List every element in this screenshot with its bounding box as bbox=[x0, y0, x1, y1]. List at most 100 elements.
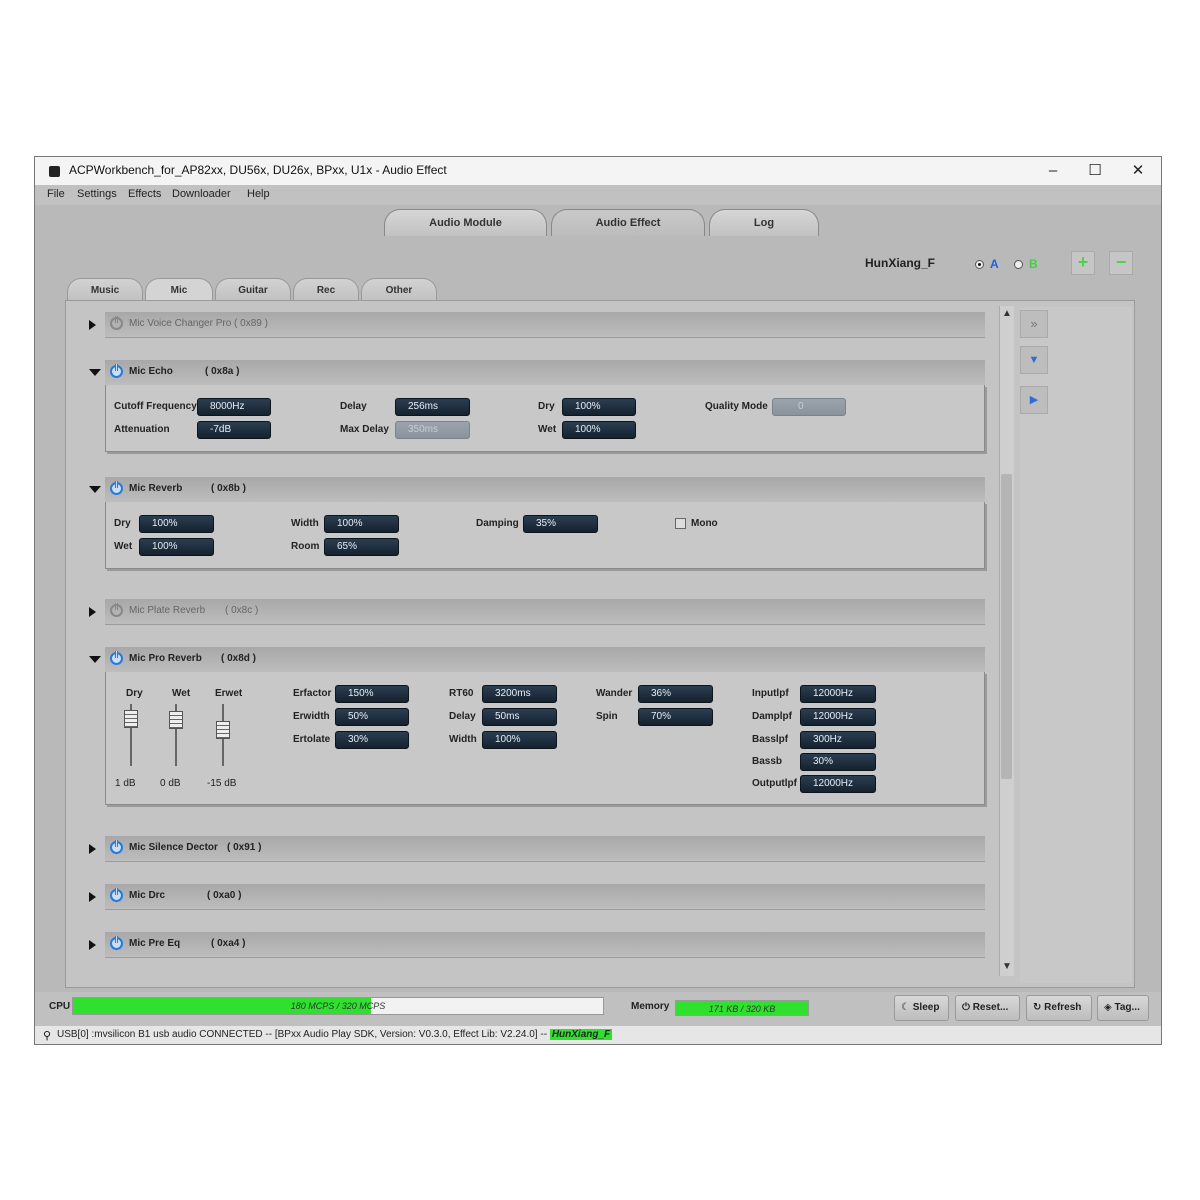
usb-icon: ⚲ bbox=[43, 1030, 52, 1042]
menu-effects[interactable]: Effects bbox=[128, 188, 161, 200]
dry-field[interactable]: 100% bbox=[139, 515, 214, 533]
wet-slider-thumb[interactable] bbox=[169, 711, 183, 729]
power-icon[interactable] bbox=[110, 603, 123, 617]
status-bar: ⚲ USB[0] :mvsilicon B1 usb audio CONNECT… bbox=[35, 1026, 1161, 1044]
expand-icon[interactable] bbox=[89, 940, 96, 950]
power-icon[interactable] bbox=[110, 316, 123, 330]
basslpf-field[interactable]: 300Hz bbox=[800, 731, 876, 749]
tab-audio-module[interactable]: Audio Module bbox=[384, 209, 547, 236]
maximize-button[interactable]: ☐ bbox=[1084, 161, 1106, 181]
collapse-icon[interactable] bbox=[89, 369, 101, 376]
section-mic-reverb: Mic Reverb ( 0x8b ) Dry 100% Wet 100% Wi… bbox=[83, 477, 997, 577]
dry-slider-thumb[interactable] bbox=[124, 710, 138, 728]
tab-mic[interactable]: Mic bbox=[145, 278, 213, 302]
rt60-field[interactable]: 3200ms bbox=[482, 685, 557, 703]
tab-log[interactable]: Log bbox=[709, 209, 819, 236]
erwet-slider-thumb[interactable] bbox=[216, 721, 230, 739]
double-chevron-right-icon[interactable]: » bbox=[1020, 310, 1048, 338]
power-icon[interactable] bbox=[110, 651, 123, 665]
menu-help[interactable]: Help bbox=[247, 188, 270, 200]
refresh-button[interactable]: ↻ Refresh bbox=[1026, 995, 1092, 1021]
play-icon[interactable]: ▶ bbox=[1020, 386, 1048, 414]
wet-field[interactable]: 100% bbox=[562, 421, 636, 439]
vertical-scrollbar[interactable]: ▲ ▼ bbox=[999, 306, 1014, 976]
section-header[interactable]: Mic Drc ( 0xa0 ) bbox=[105, 884, 985, 910]
section-header[interactable]: Mic Pro Reverb ( 0x8d ) bbox=[105, 647, 985, 673]
chevron-down-icon[interactable]: ▼ bbox=[1020, 346, 1048, 374]
expand-icon[interactable] bbox=[89, 892, 96, 902]
section-mic-pro-reverb: Mic Pro Reverb ( 0x8d ) Dry 1 dB Wet 0 d… bbox=[83, 647, 997, 812]
collapse-icon[interactable] bbox=[89, 656, 101, 663]
room-field[interactable]: 65% bbox=[324, 538, 399, 556]
power-icon[interactable] bbox=[110, 888, 123, 902]
side-panel: » ▼ ▶ bbox=[1020, 307, 1132, 983]
tab-rec[interactable]: Rec bbox=[293, 278, 359, 302]
tab-music[interactable]: Music bbox=[67, 278, 143, 302]
reset-button[interactable]: ⏻ Reset... bbox=[955, 995, 1020, 1021]
preset-radio-a[interactable] bbox=[975, 260, 984, 269]
power-icon[interactable] bbox=[110, 364, 123, 378]
scrollbar-thumb[interactable] bbox=[1001, 474, 1012, 779]
scroll-up-icon[interactable]: ▲ bbox=[1002, 308, 1012, 319]
slider-value-dry: 1 dB bbox=[115, 778, 136, 789]
connection-status: USB[0] :mvsilicon B1 usb audio CONNECTED… bbox=[57, 1029, 548, 1040]
tab-audio-effect[interactable]: Audio Effect bbox=[551, 209, 705, 236]
mono-checkbox[interactable] bbox=[675, 518, 686, 529]
ertolate-field[interactable]: 30% bbox=[335, 731, 409, 749]
close-button[interactable]: ✕ bbox=[1127, 161, 1149, 181]
expand-icon[interactable] bbox=[89, 607, 96, 617]
power-icon[interactable] bbox=[110, 936, 123, 950]
wet-field[interactable]: 100% bbox=[139, 538, 214, 556]
power-icon[interactable] bbox=[110, 481, 123, 495]
sleep-button[interactable]: ☾ Sleep bbox=[894, 995, 949, 1021]
scroll-down-icon[interactable]: ▼ bbox=[1002, 961, 1012, 972]
cutoff-field[interactable]: 8000Hz bbox=[197, 398, 271, 416]
section-header[interactable]: Mic Pre Eq ( 0xa4 ) bbox=[105, 932, 985, 958]
section-header[interactable]: Mic Reverb ( 0x8b ) bbox=[105, 477, 985, 503]
bassb-field[interactable]: 30% bbox=[800, 753, 876, 771]
moon-icon: ☾ bbox=[901, 1002, 910, 1013]
tab-other[interactable]: Other bbox=[361, 278, 437, 302]
section-header[interactable]: Mic Echo ( 0x8a ) bbox=[105, 360, 985, 386]
memory-usage-bar: 171 KB / 320 KB bbox=[675, 1000, 809, 1016]
remove-preset-button[interactable]: − bbox=[1109, 251, 1133, 275]
attenuation-field[interactable]: -7dB bbox=[197, 421, 271, 439]
dry-label: Dry bbox=[538, 401, 555, 412]
delay-label: Delay bbox=[449, 711, 476, 722]
expand-icon[interactable] bbox=[89, 844, 96, 854]
menu-downloader[interactable]: Downloader bbox=[172, 188, 231, 200]
tag-button[interactable]: ◈ Tag... bbox=[1097, 995, 1149, 1021]
delay-field[interactable]: 256ms bbox=[395, 398, 470, 416]
section-mic-drc: Mic Drc ( 0xa0 ) bbox=[83, 884, 997, 910]
wander-field[interactable]: 36% bbox=[638, 685, 713, 703]
section-header[interactable]: Mic Plate Reverb ( 0x8c ) bbox=[105, 599, 985, 625]
width-field[interactable]: 100% bbox=[482, 731, 557, 749]
menu-file[interactable]: File bbox=[47, 188, 65, 200]
wander-label: Wander bbox=[596, 688, 633, 699]
section-header[interactable]: Mic Silence Dector ( 0x91 ) bbox=[105, 836, 985, 862]
power-icon[interactable] bbox=[110, 840, 123, 854]
width-field[interactable]: 100% bbox=[324, 515, 399, 533]
add-preset-button[interactable]: + bbox=[1071, 251, 1095, 275]
expand-icon[interactable] bbox=[89, 320, 96, 330]
title-bar: ACPWorkbench_for_AP82xx, DU56x, DU26x, B… bbox=[35, 157, 1161, 185]
dry-field[interactable]: 100% bbox=[562, 398, 636, 416]
preset-radio-b[interactable] bbox=[1014, 260, 1023, 269]
effects-list: Mic Voice Changer Pro ( 0x89 ) Mic Echo … bbox=[83, 307, 997, 979]
damplpf-field[interactable]: 12000Hz bbox=[800, 708, 876, 726]
damping-field[interactable]: 35% bbox=[523, 515, 598, 533]
memory-label: Memory bbox=[631, 1001, 670, 1012]
delay-field[interactable]: 50ms bbox=[482, 708, 557, 726]
tab-guitar[interactable]: Guitar bbox=[215, 278, 291, 302]
outputlpf-field[interactable]: 12000Hz bbox=[800, 775, 876, 793]
section-body: Dry 100% Wet 100% Width 100% Room 65% Da… bbox=[105, 502, 985, 569]
spin-field[interactable]: 70% bbox=[638, 708, 713, 726]
quality-label: Quality Mode bbox=[705, 401, 768, 412]
erwidth-field[interactable]: 50% bbox=[335, 708, 409, 726]
collapse-icon[interactable] bbox=[89, 486, 101, 493]
erfactor-field[interactable]: 150% bbox=[335, 685, 409, 703]
minimize-button[interactable]: – bbox=[1042, 161, 1064, 181]
section-header[interactable]: Mic Voice Changer Pro ( 0x89 ) bbox=[105, 312, 985, 338]
menu-settings[interactable]: Settings bbox=[77, 188, 117, 200]
inputlpf-field[interactable]: 12000Hz bbox=[800, 685, 876, 703]
